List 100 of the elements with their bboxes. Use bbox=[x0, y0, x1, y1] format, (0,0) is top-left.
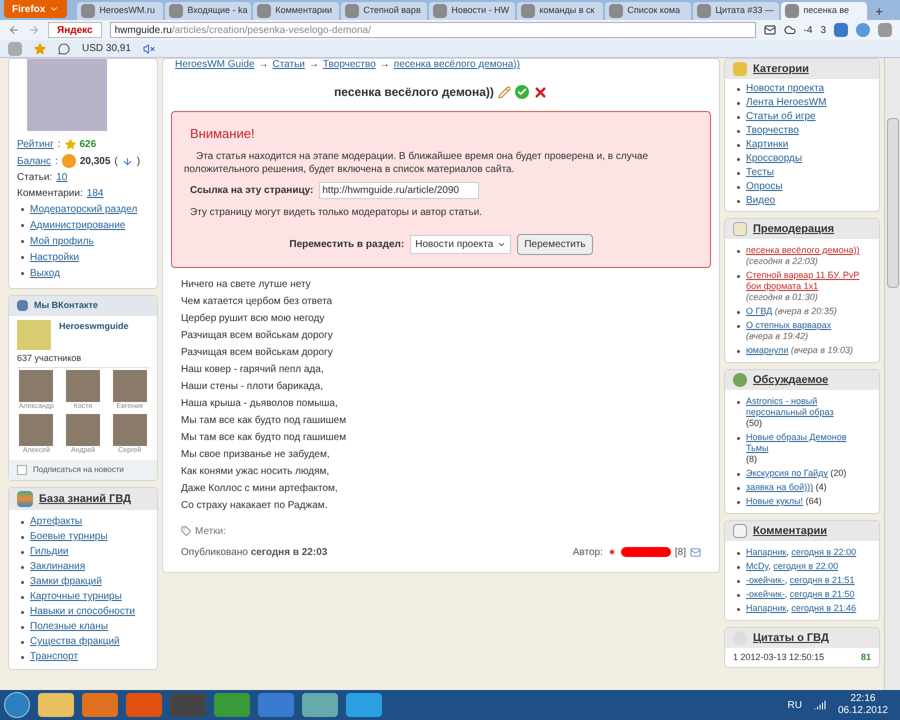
taskbar-app-icon[interactable] bbox=[258, 693, 294, 717]
browser-tab[interactable]: команды в ск bbox=[517, 2, 604, 20]
box-title[interactable]: Обсуждаемое bbox=[753, 373, 828, 387]
link[interactable]: -окейчик- bbox=[746, 575, 785, 585]
link[interactable]: сегодня в 21:51 bbox=[790, 575, 855, 585]
link[interactable]: Видео bbox=[746, 195, 776, 206]
link-field[interactable]: http://hwmguide.ru/article/2090 bbox=[319, 182, 480, 198]
link[interactable]: Заклинания bbox=[30, 561, 86, 572]
link[interactable]: Напарник bbox=[746, 547, 786, 557]
link[interactable]: Существа фракций bbox=[30, 636, 120, 647]
weather-reading[interactable]: -4 bbox=[804, 22, 812, 38]
link[interactable]: сегодня в 21:46 bbox=[791, 603, 856, 613]
photo-placeholder[interactable] bbox=[112, 370, 147, 402]
star-icon[interactable] bbox=[34, 42, 46, 54]
article-link[interactable]: Степной варвар 11 БУ. PvP бои формата 1х1 bbox=[746, 270, 867, 292]
link[interactable]: сегодня в 22:00 bbox=[773, 561, 838, 571]
box-title[interactable]: База знаний ГВД bbox=[39, 492, 131, 506]
link[interactable]: Навыки и способности bbox=[30, 606, 136, 617]
article-link[interactable]: песенка весёлого демона)) bbox=[746, 245, 860, 256]
taskbar-app-icon[interactable] bbox=[82, 693, 118, 717]
link[interactable]: Тесты bbox=[746, 167, 774, 178]
browser-tab[interactable]: Список кома bbox=[605, 2, 692, 20]
link[interactable]: Рейтинг bbox=[17, 138, 54, 151]
link[interactable]: Мой профиль bbox=[30, 236, 94, 247]
move-button[interactable]: Переместить bbox=[517, 234, 593, 254]
link[interactable]: Новые образы Демонов Тьмы bbox=[746, 432, 867, 454]
link[interactable]: Боевые турниры bbox=[30, 531, 108, 542]
browser-tab[interactable]: Входящие - ka bbox=[165, 2, 252, 20]
taskbar-app-icon[interactable] bbox=[302, 693, 338, 717]
box-title[interactable]: Комментарии bbox=[753, 524, 828, 538]
taskbar-app-icon[interactable] bbox=[346, 693, 382, 717]
link[interactable]: Astronics - новый персональный образ bbox=[746, 396, 867, 418]
link[interactable]: -окейчик- bbox=[746, 589, 785, 599]
browser-tab[interactable]: песенка ве bbox=[781, 2, 868, 20]
checkbox[interactable] bbox=[17, 465, 27, 475]
new-tab-button[interactable]: + bbox=[869, 2, 889, 20]
browser-tab[interactable]: HeroesWM.ru bbox=[77, 2, 164, 20]
yandex-button[interactable]: Яндекс bbox=[48, 22, 102, 38]
link[interactable]: Новые куклы! bbox=[746, 496, 804, 507]
link[interactable]: песенка весёлого демона)) bbox=[394, 59, 520, 71]
link[interactable]: HeroesWM Guide bbox=[175, 59, 254, 71]
article-link[interactable]: О степных варварах bbox=[746, 320, 832, 331]
link[interactable]: Экскурсия по Гайду bbox=[746, 468, 828, 479]
photo-placeholder[interactable] bbox=[112, 414, 147, 446]
firefox-menu-button[interactable]: Firefox bbox=[4, 0, 68, 18]
group-link[interactable]: Heroeswmguide bbox=[59, 320, 129, 350]
link[interactable]: Замки фракций bbox=[30, 576, 102, 587]
taskbar-app-icon[interactable] bbox=[214, 693, 250, 717]
scrollbar[interactable] bbox=[884, 58, 900, 690]
taskbar-app-icon[interactable] bbox=[126, 693, 162, 717]
link[interactable]: 10 bbox=[56, 171, 68, 184]
link[interactable]: Кроссворды bbox=[746, 153, 802, 164]
link[interactable]: Полезные кланы bbox=[30, 621, 108, 632]
pencil-icon[interactable] bbox=[498, 86, 511, 98]
address-field[interactable]: hwmguide.ru/articles/creation/pesenka-veselogo-demona/ bbox=[110, 22, 756, 38]
link[interactable]: Лента HeroesWM bbox=[746, 97, 826, 108]
link[interactable]: McDy bbox=[746, 561, 768, 571]
link[interactable]: Модераторский раздел bbox=[30, 204, 138, 215]
mail-icon[interactable] bbox=[764, 24, 776, 36]
link[interactable]: Статьи bbox=[272, 59, 305, 71]
link[interactable]: 184 bbox=[86, 187, 104, 200]
link[interactable]: Картинки bbox=[746, 139, 788, 150]
link[interactable]: Статьи об игре bbox=[746, 111, 816, 122]
language-indicator[interactable]: RU bbox=[787, 698, 802, 712]
browser-tab[interactable]: Новости - HW bbox=[429, 2, 516, 20]
link[interactable]: Творчество bbox=[746, 125, 799, 136]
link[interactable]: Напарник bbox=[746, 603, 786, 613]
link[interactable]: Артефакты bbox=[30, 516, 82, 527]
down-arrow-icon[interactable] bbox=[122, 156, 133, 166]
link[interactable]: Транспорт bbox=[30, 651, 78, 662]
link[interactable]: Новости проекта bbox=[746, 83, 824, 94]
scrollbar-thumb[interactable] bbox=[886, 118, 898, 288]
delete-icon[interactable] bbox=[532, 84, 548, 100]
link[interactable]: сегодня в 21:50 bbox=[790, 589, 855, 599]
currency-rate[interactable]: USD 30,91 bbox=[82, 41, 131, 56]
article-link[interactable]: О ГВД bbox=[746, 306, 772, 317]
link[interactable]: Баланс bbox=[17, 154, 52, 168]
link[interactable]: Выход bbox=[30, 268, 60, 279]
browser-tab[interactable]: Цитата #33 — bbox=[693, 2, 780, 20]
article-link[interactable]: юмарнули bbox=[746, 345, 788, 356]
start-button[interactable] bbox=[4, 692, 30, 718]
photo-placeholder[interactable] bbox=[19, 370, 54, 402]
box-title[interactable]: Цитаты о ГВД bbox=[753, 631, 829, 645]
link[interactable]: Карточные турниры bbox=[30, 591, 122, 602]
cloud-icon[interactable] bbox=[784, 24, 796, 36]
link[interactable]: Администрирование bbox=[30, 220, 126, 231]
browser-tab[interactable]: Комментарии bbox=[253, 2, 340, 20]
box-title[interactable]: Категории bbox=[753, 62, 809, 76]
link[interactable]: заявка на бой))) bbox=[746, 482, 814, 493]
back-icon[interactable] bbox=[8, 24, 20, 36]
box-title[interactable]: Премодерация bbox=[753, 222, 834, 236]
photo-placeholder[interactable] bbox=[19, 414, 54, 446]
speaker-icon[interactable] bbox=[142, 42, 155, 54]
photo-placeholder[interactable] bbox=[66, 370, 100, 402]
counter-badge[interactable]: 3 bbox=[820, 22, 826, 38]
forward-icon[interactable] bbox=[28, 24, 40, 36]
photo-placeholder[interactable] bbox=[66, 414, 100, 446]
link[interactable]: Творчество bbox=[322, 59, 376, 71]
link[interactable]: Гильдии bbox=[30, 546, 68, 557]
taskbar-app-icon[interactable] bbox=[170, 693, 206, 717]
